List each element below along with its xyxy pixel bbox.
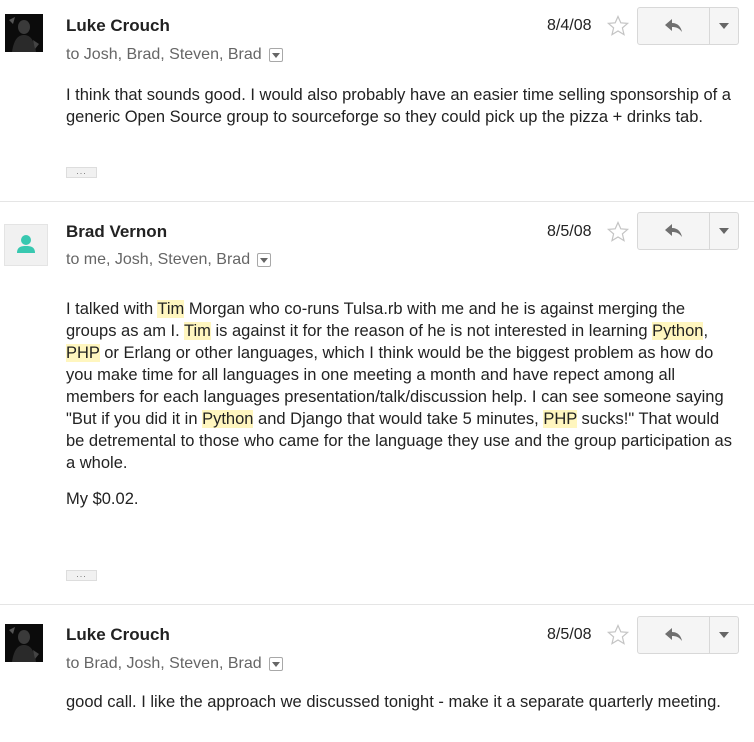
caret-down-icon bbox=[719, 632, 729, 638]
more-button[interactable] bbox=[710, 213, 738, 249]
recipients: to Brad, Josh, Steven, Brad bbox=[66, 655, 283, 673]
reply-button-group bbox=[637, 616, 739, 654]
highlighted-term: Tim bbox=[157, 300, 185, 318]
small-caret-down-icon bbox=[271, 661, 280, 667]
reply-button-group bbox=[637, 212, 739, 250]
avatar[interactable] bbox=[4, 224, 48, 266]
star-outline-icon[interactable] bbox=[606, 220, 630, 244]
sender-name[interactable]: Luke Crouch bbox=[66, 16, 170, 36]
message-paragraph: good call. I like the approach we discus… bbox=[66, 693, 721, 711]
body-text: I talked with bbox=[66, 300, 158, 318]
caret-down-icon bbox=[719, 23, 729, 29]
show-details-button[interactable] bbox=[268, 657, 283, 671]
message-paragraph: My $0.02. bbox=[66, 490, 139, 508]
reply-arrow-icon bbox=[664, 628, 682, 641]
reply-button[interactable] bbox=[638, 213, 710, 249]
body-text: and Django that would take 5 minutes, bbox=[253, 410, 544, 428]
message-paragraph: I talked with Tim Morgan who co-runs Tul… bbox=[66, 298, 736, 474]
message-body: I talked with Tim Morgan who co-runs Tul… bbox=[66, 298, 736, 510]
show-details-button[interactable] bbox=[268, 48, 283, 62]
recipients-text: to Josh, Brad, Steven, Brad bbox=[66, 46, 262, 63]
recipients-text: to Brad, Josh, Steven, Brad bbox=[66, 655, 262, 672]
sender-photo bbox=[5, 624, 43, 662]
reply-button-group bbox=[637, 7, 739, 45]
message-date[interactable]: 8/5/08 bbox=[547, 223, 591, 241]
small-caret-down-icon bbox=[271, 52, 280, 58]
body-text: is against it for the reason of he is no… bbox=[210, 322, 653, 340]
show-trimmed-content-button[interactable]: ... bbox=[66, 167, 97, 178]
highlighted-term: PHP bbox=[543, 410, 577, 428]
message-body: good call. I like the approach we discus… bbox=[66, 691, 736, 713]
sender-name[interactable]: Brad Vernon bbox=[66, 222, 167, 242]
avatar[interactable] bbox=[5, 14, 43, 52]
reply-arrow-icon bbox=[664, 224, 682, 237]
reply-arrow-icon bbox=[664, 19, 682, 32]
more-button[interactable] bbox=[710, 617, 738, 653]
highlighted-term: Python bbox=[652, 322, 704, 340]
show-details-button[interactable] bbox=[257, 253, 272, 267]
recipients: to me, Josh, Steven, Brad bbox=[66, 251, 272, 269]
message-date[interactable]: 8/4/08 bbox=[547, 17, 591, 35]
message-date[interactable]: 8/5/08 bbox=[547, 626, 591, 644]
highlighted-term: Python bbox=[202, 410, 254, 428]
avatar[interactable] bbox=[5, 624, 43, 662]
highlighted-term: PHP bbox=[66, 344, 100, 362]
message-2: Brad Vernon 8/5/08 to me, Josh, Steven, … bbox=[0, 202, 754, 604]
show-trimmed-content-button[interactable]: ... bbox=[66, 570, 97, 581]
body-text: , bbox=[703, 322, 709, 340]
reply-button[interactable] bbox=[638, 617, 710, 653]
star-outline-icon[interactable] bbox=[606, 14, 630, 38]
message-paragraph: I think that sounds good. I would also p… bbox=[66, 86, 731, 126]
highlighted-term: Tim bbox=[184, 322, 211, 340]
sender-photo bbox=[5, 14, 43, 52]
default-person-icon bbox=[17, 235, 35, 253]
caret-down-icon bbox=[719, 228, 729, 234]
message-3: Luke Crouch 8/5/08 to Brad, Josh, Steven… bbox=[0, 605, 754, 742]
more-button[interactable] bbox=[710, 8, 738, 44]
message-1: Luke Crouch 8/4/08 to Josh, Brad, Steven… bbox=[0, 0, 754, 200]
small-caret-down-icon bbox=[260, 257, 269, 263]
recipients: to Josh, Brad, Steven, Brad bbox=[66, 46, 283, 64]
message-body: I think that sounds good. I would also p… bbox=[66, 84, 736, 128]
sender-name[interactable]: Luke Crouch bbox=[66, 625, 170, 645]
reply-button[interactable] bbox=[638, 8, 710, 44]
recipients-text: to me, Josh, Steven, Brad bbox=[66, 251, 251, 268]
star-outline-icon[interactable] bbox=[606, 623, 630, 647]
